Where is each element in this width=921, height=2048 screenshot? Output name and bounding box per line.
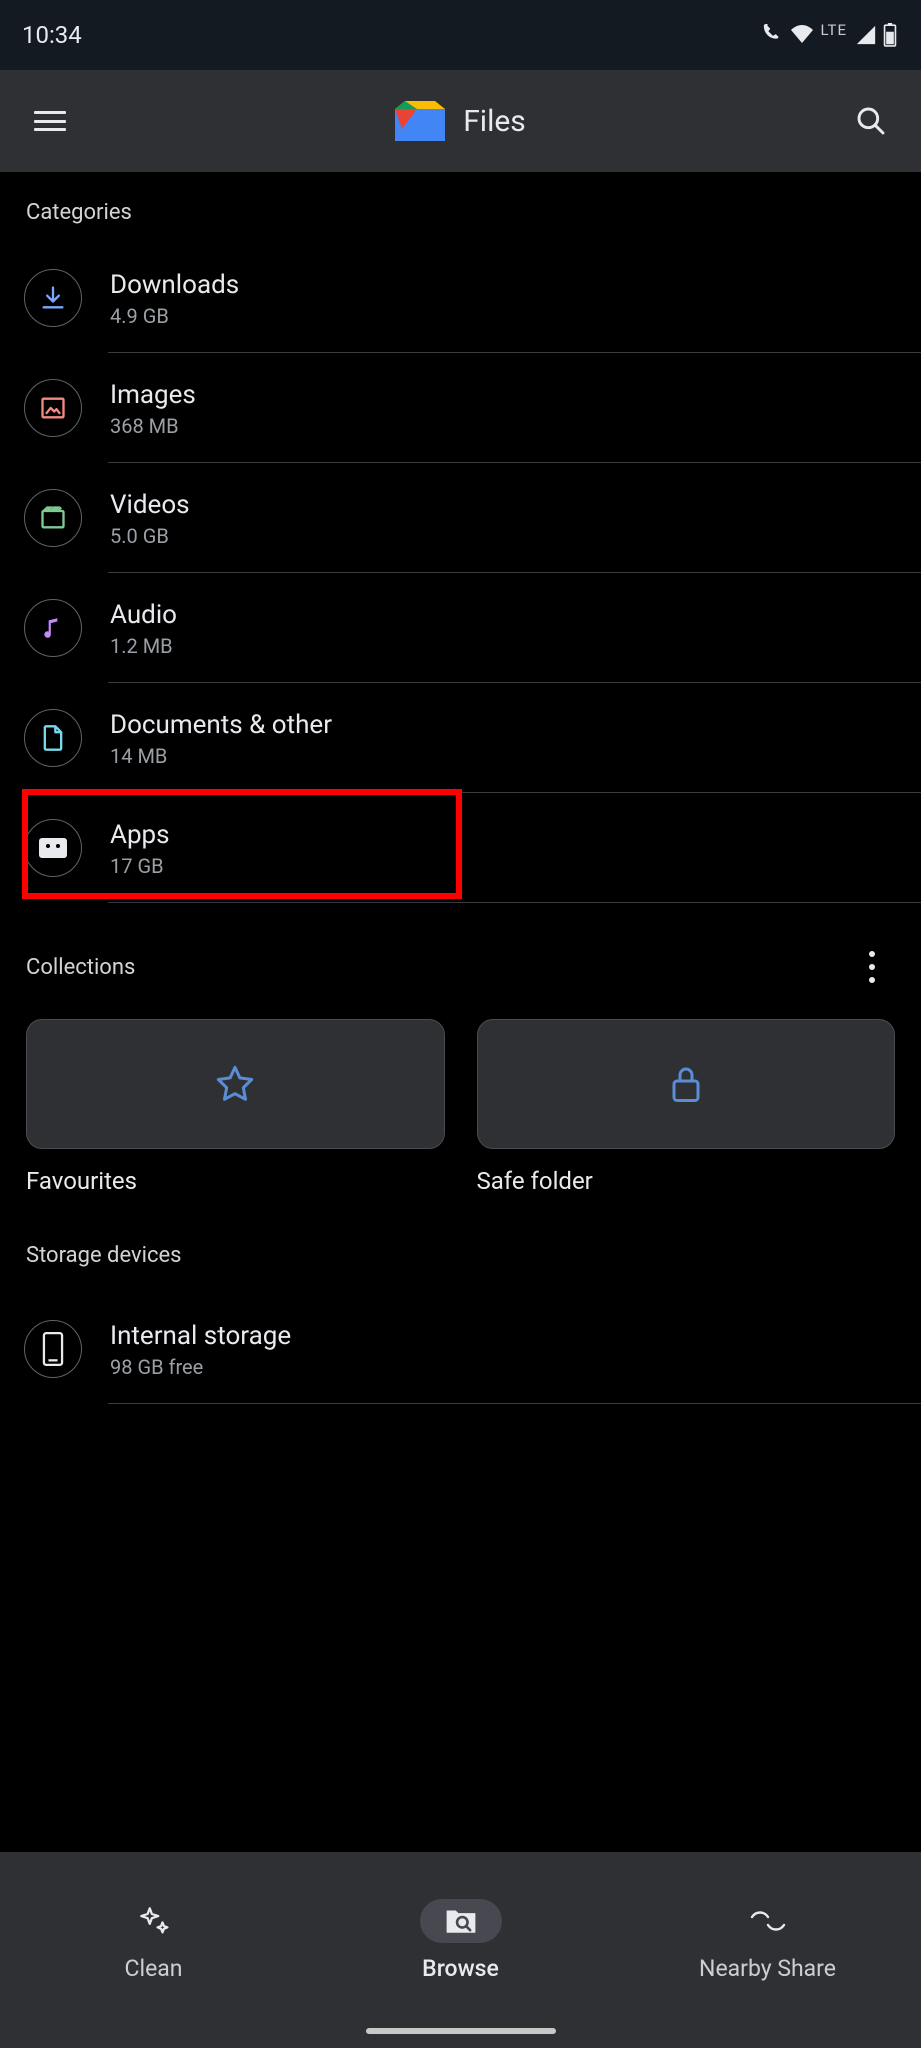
image-icon xyxy=(24,379,82,437)
nav-label: Nearby Share xyxy=(699,1955,836,1982)
app-title: Files xyxy=(463,104,526,139)
nav-nearby-share[interactable]: Nearby Share xyxy=(614,1899,921,1982)
collection-label: Safe folder xyxy=(477,1167,896,1195)
storage-heading: Storage devices xyxy=(0,1195,921,1286)
category-audio[interactable]: Audio 1.2 MB xyxy=(0,573,921,683)
star-icon xyxy=(215,1064,255,1104)
video-icon xyxy=(24,489,82,547)
nav-clean[interactable]: Clean xyxy=(0,1899,307,1982)
home-indicator-area xyxy=(0,2014,921,2048)
category-label: Documents & other xyxy=(110,710,332,740)
category-videos[interactable]: Videos 5.0 GB xyxy=(0,463,921,573)
phone-icon xyxy=(24,1320,82,1378)
category-size: 4.9 GB xyxy=(110,304,239,328)
category-size: 14 MB xyxy=(110,744,332,768)
lock-icon xyxy=(668,1063,704,1105)
category-size: 1.2 MB xyxy=(110,634,177,658)
wifi-icon xyxy=(790,24,814,46)
apps-icon xyxy=(24,819,82,877)
menu-button[interactable] xyxy=(28,99,72,143)
lte-label: LTE xyxy=(820,21,847,39)
collection-label: Favourites xyxy=(26,1167,445,1195)
category-size: 5.0 GB xyxy=(110,524,190,548)
app-bar: Files xyxy=(0,70,921,172)
home-indicator[interactable] xyxy=(366,2028,556,2034)
app-title-area: Files xyxy=(72,101,849,141)
phone-wifi-icon xyxy=(762,24,784,46)
collections-row: Favourites Safe folder xyxy=(0,989,921,1195)
nav-label: Browse xyxy=(422,1955,499,1982)
hamburger-icon xyxy=(34,111,66,131)
bottom-nav: Clean Browse Nearby Share xyxy=(0,1852,921,2048)
collections-heading: Collections xyxy=(26,955,135,980)
category-documents[interactable]: Documents & other 14 MB xyxy=(0,683,921,793)
signal-icon xyxy=(855,24,877,46)
categories-list: Downloads 4.9 GB Images 368 MB Videos 5.… xyxy=(0,243,921,903)
category-downloads[interactable]: Downloads 4.9 GB xyxy=(0,243,921,353)
category-label: Videos xyxy=(110,490,190,520)
battery-icon xyxy=(883,23,897,47)
dot-icon xyxy=(869,951,875,957)
category-size: 17 GB xyxy=(110,854,170,878)
nearby-share-icon xyxy=(748,1909,788,1933)
content-area: Categories Downloads 4.9 GB Images 368 M… xyxy=(0,172,921,1852)
categories-heading: Categories xyxy=(0,172,921,243)
category-size: 368 MB xyxy=(110,414,196,438)
category-label: Audio xyxy=(110,600,177,630)
sparkle-icon xyxy=(137,1904,171,1938)
folder-search-icon xyxy=(444,1906,478,1936)
storage-size: 98 GB free xyxy=(110,1355,291,1379)
collection-favourites[interactable]: Favourites xyxy=(26,1019,445,1195)
storage-label: Internal storage xyxy=(110,1321,291,1351)
search-icon xyxy=(855,105,887,137)
storage-internal[interactable]: Internal storage 98 GB free xyxy=(0,1294,921,1404)
category-label: Downloads xyxy=(110,270,239,300)
more-options-button[interactable] xyxy=(857,945,887,989)
status-bar: 10:34 LTE xyxy=(0,0,921,70)
category-images[interactable]: Images 368 MB xyxy=(0,353,921,463)
category-label: Apps xyxy=(110,820,170,850)
category-apps[interactable]: Apps 17 GB xyxy=(0,793,921,903)
audio-icon xyxy=(24,599,82,657)
download-icon xyxy=(24,269,82,327)
status-icons: LTE xyxy=(762,21,897,49)
collection-safe-folder[interactable]: Safe folder xyxy=(477,1019,896,1195)
search-button[interactable] xyxy=(849,99,893,143)
files-app-icon xyxy=(395,101,445,141)
category-label: Images xyxy=(110,380,196,410)
collections-header: Collections xyxy=(0,903,921,989)
nav-browse[interactable]: Browse xyxy=(307,1899,614,1982)
status-time: 10:34 xyxy=(22,21,82,49)
document-icon xyxy=(24,709,82,767)
nav-label: Clean xyxy=(125,1955,183,1982)
